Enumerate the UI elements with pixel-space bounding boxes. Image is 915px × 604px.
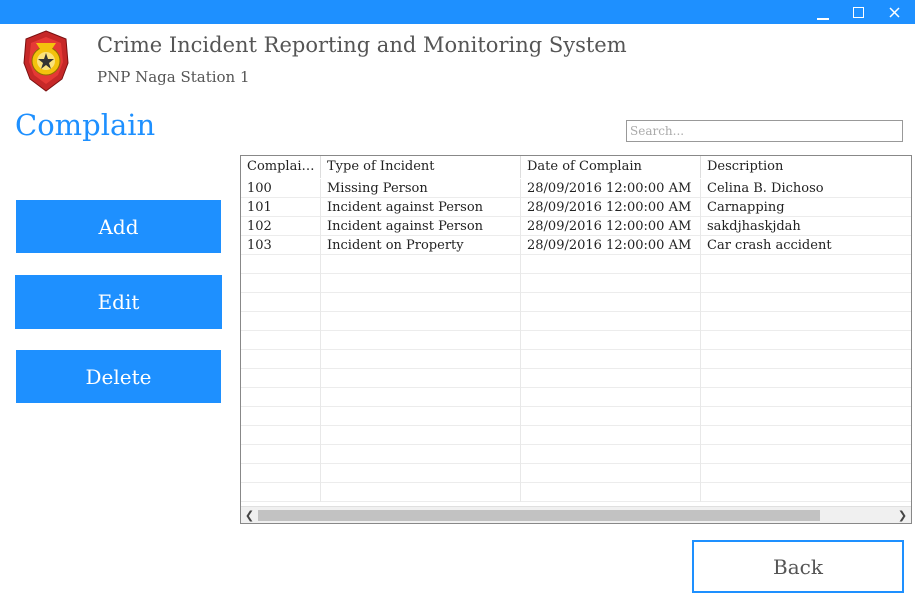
close-button[interactable] (877, 0, 911, 24)
cell-complain-id: 103 (241, 236, 321, 255)
cell-type-of-incident: Incident against Person (321, 198, 521, 217)
empty-row (241, 388, 911, 407)
empty-row (241, 255, 911, 274)
empty-row (241, 426, 911, 445)
delete-button[interactable]: Delete (16, 350, 221, 403)
search-input[interactable] (626, 120, 903, 142)
title-bar (0, 0, 915, 24)
cell-type-of-incident: Missing Person (321, 179, 521, 198)
cell-date-of-complain: 28/09/2016 12:00:00 AM (521, 179, 701, 198)
cell-description: Carnapping (701, 198, 911, 217)
horizontal-scrollbar[interactable]: ❮ ❯ (241, 506, 911, 523)
page-title: Complain (15, 108, 156, 142)
cell-date-of-complain: 28/09/2016 12:00:00 AM (521, 236, 701, 255)
empty-row (241, 331, 911, 350)
empty-row (241, 483, 911, 502)
cell-date-of-complain: 28/09/2016 12:00:00 AM (521, 198, 701, 217)
cell-description: Car crash accident (701, 236, 911, 255)
app-title: Crime Incident Reporting and Monitoring … (97, 33, 627, 57)
empty-row (241, 464, 911, 483)
empty-row (241, 445, 911, 464)
empty-row (241, 407, 911, 426)
scrollbar-thumb[interactable] (258, 510, 820, 521)
column-header-complain-id[interactable]: Complain... (241, 156, 321, 178)
cell-complain-id: 102 (241, 217, 321, 236)
empty-row (241, 350, 911, 369)
cell-type-of-incident: Incident against Person (321, 217, 521, 236)
column-header-type-of-incident[interactable]: Type of Incident (321, 156, 521, 178)
close-icon (888, 6, 900, 18)
table-row[interactable]: 100 Missing Person 28/09/2016 12:00:00 A… (241, 179, 911, 198)
empty-row (241, 274, 911, 293)
table-row[interactable]: 102 Incident against Person 28/09/2016 1… (241, 217, 911, 236)
cell-description: sakdjhaskjdah (701, 217, 911, 236)
empty-row (241, 293, 911, 312)
minimize-button[interactable] (806, 0, 840, 24)
table-body: 100 Missing Person 28/09/2016 12:00:00 A… (241, 179, 911, 507)
maximize-icon (852, 6, 864, 18)
minimize-icon (817, 18, 829, 20)
station-subtitle: PNP Naga Station 1 (97, 68, 250, 86)
add-button[interactable]: Add (16, 200, 221, 253)
pnp-badge-logo (23, 30, 69, 92)
edit-button[interactable]: Edit (15, 275, 222, 329)
scroll-left-arrow-icon[interactable]: ❮ (241, 507, 258, 523)
cell-complain-id: 101 (241, 198, 321, 217)
table-header: Complain... Type of Incident Date of Com… (241, 156, 911, 178)
scroll-right-arrow-icon[interactable]: ❯ (894, 507, 911, 523)
table-row[interactable]: 101 Incident against Person 28/09/2016 1… (241, 198, 911, 217)
empty-row (241, 312, 911, 331)
back-button[interactable]: Back (692, 540, 904, 593)
column-header-description[interactable]: Description (701, 156, 911, 178)
table-row[interactable]: 103 Incident on Property 28/09/2016 12:0… (241, 236, 911, 255)
cell-description: Celina B. Dichoso (701, 179, 911, 198)
maximize-button[interactable] (841, 0, 875, 24)
cell-date-of-complain: 28/09/2016 12:00:00 AM (521, 217, 701, 236)
column-header-date-of-complain[interactable]: Date of Complain (521, 156, 701, 178)
cell-type-of-incident: Incident on Property (321, 236, 521, 255)
empty-row (241, 369, 911, 388)
cell-complain-id: 100 (241, 179, 321, 198)
complaints-table[interactable]: Complain... Type of Incident Date of Com… (240, 155, 912, 524)
